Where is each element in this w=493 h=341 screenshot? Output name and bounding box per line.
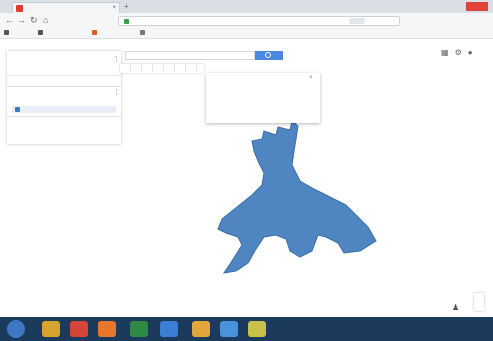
bookmark-item[interactable] (92, 30, 99, 36)
browser-tab[interactable]: × (12, 2, 120, 13)
divider (7, 75, 121, 76)
new-tab-button[interactable]: + (124, 3, 129, 11)
browser-tab-bar: × + (0, 0, 493, 13)
map-sidebar-panel: ⋮ ⋮ (7, 51, 121, 144)
firefox-icon[interactable] (98, 321, 116, 337)
polygon-icon (15, 107, 20, 112)
maximize-window-button[interactable] (451, 2, 465, 11)
map-search-input[interactable] (125, 51, 255, 60)
edge-icon[interactable] (220, 321, 238, 337)
layer-options-kebab-icon[interactable]: ⋮ (113, 89, 120, 96)
paint-icon[interactable] (248, 321, 266, 337)
directions-tool[interactable] (177, 65, 186, 72)
windows-taskbar (0, 317, 493, 341)
excel-icon[interactable] (130, 321, 148, 337)
browser-nav-bar: ← → ↻ ⌂ (0, 13, 493, 29)
chrome-icon[interactable] (70, 321, 88, 337)
zoom-control (474, 293, 484, 311)
file-explorer-icon[interactable] (42, 321, 60, 337)
grid-icon[interactable]: ▦ (441, 48, 455, 57)
add-marker-tool[interactable] (155, 65, 164, 72)
forward-button[interactable]: → (17, 16, 26, 25)
feature-list-item[interactable] (12, 106, 116, 113)
map-canvas[interactable]: ⋮ ⋮ × ▦⚙● ♟ (0, 39, 493, 317)
undo-tool[interactable] (122, 65, 131, 72)
close-icon[interactable]: × (309, 75, 313, 81)
reload-button[interactable]: ↻ (30, 16, 38, 25)
bookmark-icon (38, 30, 43, 35)
bookmark-icon (140, 30, 145, 35)
account-icon[interactable]: ● (468, 48, 479, 57)
map-options-kebab-icon[interactable]: ⋮ (113, 56, 120, 63)
bookmark-item[interactable] (4, 30, 11, 36)
feature-info-window: × (206, 73, 320, 123)
search-icon (265, 52, 271, 58)
map-toolbar (120, 64, 204, 73)
divider (7, 116, 121, 117)
bookmark-icon (92, 30, 97, 35)
measure-tool[interactable] (188, 65, 197, 72)
url-zoom-chip[interactable] (349, 18, 365, 24)
map-top-right-controls[interactable]: ▦⚙● (441, 48, 479, 57)
back-button[interactable]: ← (5, 16, 14, 25)
store-icon[interactable] (192, 321, 210, 337)
divider (7, 86, 121, 87)
minimize-window-button[interactable] (436, 2, 450, 11)
map-app-icon[interactable] (160, 321, 178, 337)
start-button[interactable] (7, 320, 25, 338)
street-view-pegman-icon[interactable]: ♟ (452, 303, 459, 312)
home-button[interactable]: ⌂ (43, 16, 48, 25)
draw-line-tool[interactable] (166, 65, 175, 72)
hand-tool[interactable] (144, 65, 153, 72)
close-tab-icon[interactable]: × (112, 5, 116, 11)
maps-favicon-icon (16, 5, 23, 12)
bookmarks-bar (0, 29, 493, 39)
secure-lock-icon (124, 19, 129, 24)
map-search-button[interactable] (255, 51, 283, 60)
address-bar[interactable] (118, 16, 400, 26)
bookmark-icon (4, 30, 9, 35)
bookmark-item[interactable] (140, 30, 147, 36)
settings-gear-icon[interactable]: ⚙ (455, 48, 468, 57)
drawn-polygon[interactable] (217, 120, 377, 274)
redo-tool[interactable] (133, 65, 142, 72)
close-window-button[interactable] (466, 2, 488, 11)
bookmark-item[interactable] (38, 30, 45, 36)
